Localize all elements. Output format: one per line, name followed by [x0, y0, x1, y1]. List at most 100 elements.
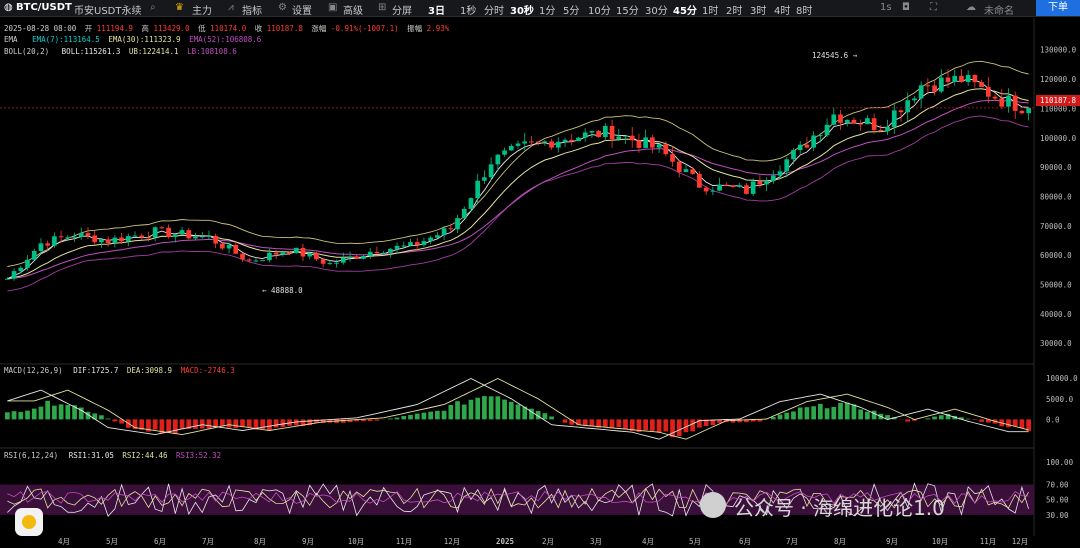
candle-body	[246, 259, 252, 261]
candle-body	[804, 144, 810, 148]
macd-histogram-bar	[240, 419, 245, 427]
candle-body	[838, 114, 843, 123]
macd-histogram-bar	[99, 415, 104, 420]
price-tick-9: 40000.0	[1040, 310, 1072, 319]
chart-canvas[interactable]: 130000.0120000.0110000.0100000.090000.08…	[0, 0, 1080, 548]
candle-body	[186, 230, 192, 239]
candle-body	[112, 237, 118, 244]
macd-histogram-bar	[45, 400, 51, 420]
time-tick-16: 8月	[834, 537, 846, 546]
candle-body	[461, 208, 467, 219]
candle-body	[979, 82, 984, 87]
candle-body	[670, 154, 675, 162]
macd-histogram-bar	[932, 416, 937, 420]
candle-body	[723, 184, 729, 186]
macd-histogram-bar	[112, 419, 118, 422]
macd-histogram-bar	[905, 419, 911, 422]
macd-histogram-bar	[448, 405, 454, 420]
candle-body	[750, 181, 756, 194]
candle-body	[58, 236, 64, 238]
binance-logo[interactable]	[15, 508, 43, 536]
candle-body	[441, 228, 447, 236]
time-tick-10: 2月	[542, 537, 554, 546]
candle-body	[394, 245, 400, 249]
candle-body	[287, 252, 292, 254]
macd-histogram-bar	[455, 401, 460, 420]
macd-histogram-bar	[387, 418, 393, 420]
candle-body	[193, 236, 198, 239]
candle-body	[871, 118, 877, 130]
candle-body	[636, 140, 642, 148]
candle-body	[865, 118, 870, 125]
candle-body	[488, 164, 494, 178]
macd-histogram-bar	[858, 409, 864, 420]
macd-histogram-bar	[979, 419, 984, 422]
candle-body	[502, 150, 507, 155]
macd-histogram-bar	[374, 419, 380, 421]
macd-histogram-bar	[220, 419, 225, 427]
candle-body	[589, 130, 595, 133]
macd-histogram-bar	[542, 413, 548, 420]
candle-body	[361, 255, 366, 259]
candle-body	[293, 247, 299, 254]
candle-body	[253, 260, 259, 262]
candle-body	[992, 96, 998, 99]
candle-body	[495, 154, 501, 165]
macd-histogram-bar	[65, 404, 71, 420]
time-tick-12: 4月	[642, 537, 654, 546]
macd-histogram-bar	[1006, 419, 1011, 428]
candle-body	[905, 100, 911, 113]
candle-body	[414, 242, 420, 246]
candle-body	[643, 137, 649, 148]
boll-upper-band	[7, 60, 1029, 267]
candle-body	[166, 227, 171, 237]
candle-body	[354, 256, 360, 259]
price-tick-4: 90000.0	[1040, 163, 1072, 172]
macd-histogram-bar	[508, 401, 514, 420]
candle-body	[119, 237, 124, 242]
macd-histogram-bar	[488, 396, 494, 420]
candle-body	[132, 235, 138, 237]
time-tick-17: 9月	[886, 537, 898, 546]
candle-body	[508, 145, 514, 151]
macd-histogram-bar	[676, 419, 682, 437]
macd-histogram-bar	[58, 404, 64, 420]
candle-body	[844, 119, 850, 123]
candle-body	[85, 233, 91, 236]
candle-body	[891, 110, 897, 127]
candle-body	[408, 242, 413, 246]
macd-histogram-bar	[824, 408, 830, 420]
candle-body	[340, 257, 346, 263]
macd-histogram-bar	[414, 413, 420, 420]
macd-histogram-bar	[804, 407, 810, 420]
candle-body	[260, 260, 266, 262]
candle-body	[421, 241, 427, 246]
time-tick-20: 12月	[1012, 537, 1029, 546]
macd-histogram-bar	[1012, 419, 1018, 427]
candle-body	[146, 237, 151, 239]
candle-body	[105, 239, 111, 244]
candle-body	[428, 237, 434, 242]
macd-histogram-bar	[172, 419, 178, 434]
wechat-icon	[700, 492, 726, 518]
macd-histogram-bar	[441, 410, 447, 420]
candle-body	[676, 161, 682, 173]
macd-histogram-bar	[246, 419, 252, 428]
candle-body	[522, 141, 528, 144]
macd-histogram-bar	[818, 403, 823, 420]
candle-body	[542, 141, 548, 143]
time-tick-14: 6月	[739, 537, 751, 546]
macd-histogram-bar	[11, 411, 17, 420]
candle-body	[549, 141, 554, 148]
time-tick-11: 3月	[590, 537, 602, 546]
macd-histogram-bar	[468, 399, 474, 420]
candle-body	[683, 169, 689, 173]
candle-body	[609, 125, 615, 140]
candle-body	[515, 143, 521, 146]
candle-body	[78, 233, 84, 237]
candle-body	[152, 227, 158, 238]
macd-histogram-bar	[461, 404, 467, 420]
macd-histogram-bar	[421, 412, 427, 420]
candle-body	[777, 171, 783, 176]
high-marker: 124545.6 →	[812, 51, 858, 60]
